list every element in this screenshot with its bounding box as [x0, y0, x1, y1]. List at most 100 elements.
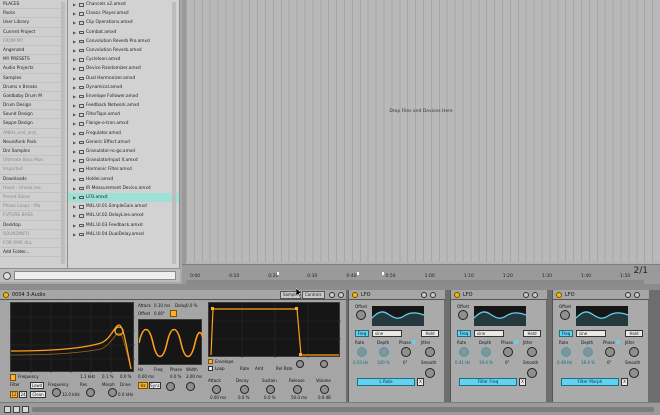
expand-icon[interactable]: ▶: [73, 37, 76, 46]
rate-knob[interactable]: [357, 347, 367, 357]
unmap-button[interactable]: X: [519, 378, 526, 386]
place-item[interactable]: Drum Design: [0, 101, 67, 111]
file-item[interactable]: ▶ Flange-o-tron.amxd: [68, 119, 179, 128]
expand-icon[interactable]: ▶: [73, 28, 76, 37]
rel-rate-knob[interactable]: [296, 360, 304, 368]
place-item[interactable]: User Library: [0, 18, 67, 28]
envelope-display[interactable]: [208, 302, 341, 358]
file-item[interactable]: ▶ FilterTape.amxd: [68, 110, 179, 119]
place-item[interactable]: Hood - Ichiala me: [0, 184, 67, 193]
volume-knob[interactable]: [320, 385, 329, 394]
lfo-wave-display[interactable]: [473, 306, 527, 326]
expand-icon[interactable]: ▶: [73, 64, 76, 73]
place-item[interactable]: FROM MY: [0, 37, 67, 46]
tab-controls[interactable]: Controls: [302, 291, 325, 299]
arrangement-view[interactable]: Drop Files and Devices Here: [182, 0, 660, 264]
place-item[interactable]: Sound Design: [0, 110, 67, 120]
expand-icon[interactable]: ▶: [73, 46, 76, 55]
place-item[interactable]: Neurofunk Pack: [0, 138, 67, 147]
place-item[interactable]: Add Folder...: [0, 248, 67, 258]
file-item[interactable]: ▶ Combat.amxd: [68, 28, 179, 37]
expand-icon[interactable]: ▶: [73, 55, 76, 64]
jitter-knob[interactable]: [425, 347, 435, 357]
files-scrollbar[interactable]: [172, 2, 176, 264]
lfo-wave-display[interactable]: [575, 306, 629, 326]
expand-icon[interactable]: ▶: [73, 9, 76, 18]
amt-knob[interactable]: [320, 360, 328, 368]
offset-knob[interactable]: [560, 310, 570, 320]
file-item[interactable]: ▶ Cycleloon.amxd: [68, 55, 179, 64]
file-item[interactable]: ▶ Fregulator.amxd: [68, 129, 179, 138]
save-icon[interactable]: [532, 292, 538, 298]
offset-knob[interactable]: [458, 310, 468, 320]
rate-knob[interactable]: [459, 347, 469, 357]
loop-marker[interactable]: [382, 272, 384, 275]
power-icon[interactable]: [352, 292, 358, 298]
expand-icon[interactable]: ▶: [73, 230, 76, 239]
expand-icon[interactable]: ▶: [73, 138, 76, 147]
waveform-select[interactable]: sine: [372, 330, 402, 337]
file-item[interactable]: ▶ Convolution Reverb.amxd: [68, 46, 179, 55]
sync-button[interactable]: Sync: [149, 382, 161, 389]
place-item[interactable]: SOUNDINFO: [0, 230, 67, 239]
smooth-knob[interactable]: [629, 368, 639, 378]
release-knob[interactable]: [293, 385, 302, 394]
expand-icon[interactable]: ▶: [73, 74, 76, 83]
offset-knob[interactable]: [356, 310, 366, 320]
phase-knob[interactable]: [503, 347, 513, 357]
freq-button[interactable]: Freq: [559, 330, 573, 337]
expand-icon[interactable]: ▶: [73, 211, 76, 220]
file-item[interactable]: ▶ Dual Harmonizer.amxd: [68, 74, 179, 83]
expand-icon[interactable]: ▶: [73, 83, 76, 92]
loop-toggle[interactable]: [208, 366, 213, 371]
place-item[interactable]: FUTURE BASS: [0, 211, 67, 221]
attack-env-knob[interactable]: [212, 385, 221, 394]
file-item[interactable]: ▶ M4L.Ul.01.SimpleGain.amxd: [68, 202, 179, 211]
timeline-ruler[interactable]: 0:00 0:10 0:20 0:30 0:40 0:50 1:00 1:10 1:20 1:30…: [182, 264, 660, 284]
places-scrollbar[interactable]: [61, 2, 65, 264]
waveform-select[interactable]: sine: [474, 330, 504, 337]
view-toggle[interactable]: [13, 406, 20, 413]
retrigger-toggle[interactable]: [170, 310, 177, 317]
rate-knob[interactable]: [561, 347, 571, 357]
place-item[interactable]: MY PRESETS: [0, 55, 67, 65]
bottom-scrollbar[interactable]: [32, 407, 654, 412]
power-icon[interactable]: [556, 292, 562, 298]
filter-type-select[interactable]: Lowd: [30, 382, 44, 389]
save-icon[interactable]: [338, 292, 344, 298]
expand-icon[interactable]: ▶: [73, 184, 76, 193]
sustain-knob[interactable]: [266, 385, 275, 394]
file-item[interactable]: ▶ Envelope Follower.amxd: [68, 92, 179, 101]
place-item[interactable]: Preset Slices: [0, 193, 67, 203]
file-item[interactable]: ▶ Holder.amxd: [68, 175, 179, 184]
expand-icon[interactable]: ▶: [73, 92, 76, 101]
lfo-width-knob[interactable]: [186, 382, 195, 391]
file-item[interactable]: ▶ IR Measurement Device.amxd: [68, 184, 179, 193]
phase-knob[interactable]: [401, 347, 411, 357]
place-item[interactable]: Samples: [0, 74, 67, 83]
map-target-button[interactable]: Filter Morph: [561, 378, 619, 386]
place-item[interactable]: Angenzed: [0, 46, 67, 56]
freq-button[interactable]: Freq: [355, 330, 369, 337]
hold-button[interactable]: Hold: [625, 330, 643, 337]
expand-icon[interactable]: ▶: [73, 165, 76, 174]
depth-knob[interactable]: [481, 347, 491, 357]
file-item[interactable]: ▶ Chancels x2.amxd: [68, 0, 179, 9]
place-item[interactable]: FOR RMX ALL: [0, 239, 67, 249]
expand-icon[interactable]: ▶: [73, 193, 76, 202]
map-target-button[interactable]: L Rate: [357, 378, 415, 386]
map-target-button[interactable]: Filter Freq: [459, 378, 517, 386]
hold-button[interactable]: Hold: [523, 330, 541, 337]
waveform-select[interactable]: sine: [576, 330, 606, 337]
hold-button[interactable]: Hold: [421, 330, 439, 337]
place-item[interactable]: Desktop: [0, 221, 67, 230]
res-knob[interactable]: [86, 388, 95, 397]
power-icon[interactable]: [454, 292, 460, 298]
save-icon[interactable]: [634, 292, 640, 298]
preview-field[interactable]: [14, 271, 176, 280]
place-item[interactable]: Goldbaby Drum M: [0, 92, 67, 102]
view-toggle[interactable]: [4, 406, 11, 413]
lfo-rate-knob[interactable]: [166, 382, 175, 391]
settings-icon[interactable]: [421, 292, 427, 298]
place-item[interactable]: Audio Projects: [0, 64, 67, 74]
